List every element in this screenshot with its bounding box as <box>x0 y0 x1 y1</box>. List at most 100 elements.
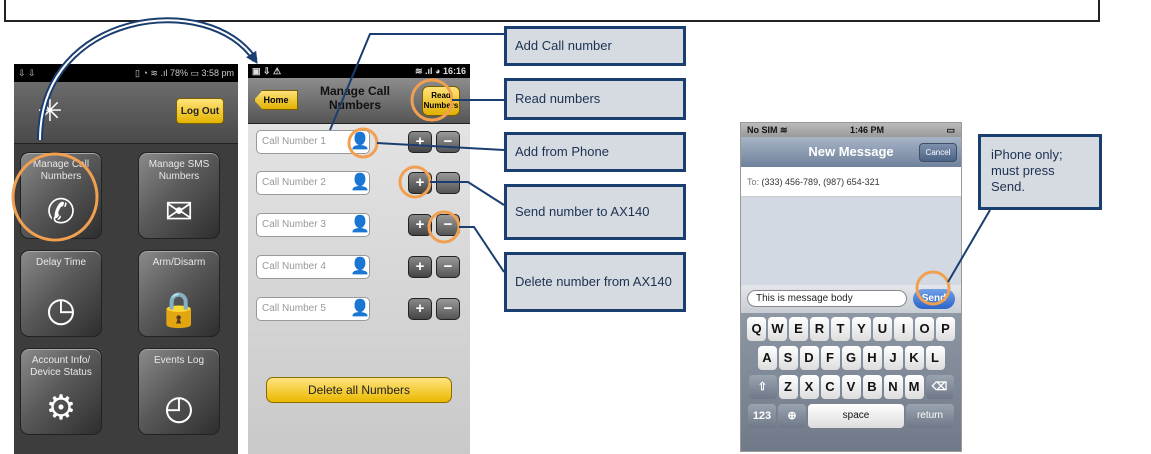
to-field[interactable]: To: (333) 456-789, (987) 654-321 <box>741 167 961 197</box>
delete-number-button[interactable]: − <box>436 256 460 278</box>
sparkle-logo-icon: ✳ <box>37 95 63 128</box>
tile-account-info[interactable]: Account Info/ Device Status ⚙ <box>20 348 102 435</box>
send-number-button[interactable]: + <box>408 256 432 278</box>
keyboard-row-4: 123 ⊕ space return <box>743 404 959 428</box>
android-home-screen: ⇩ ⇩ ▯ ◔ ≋ .ıl 78% ▭ 3:58 pm ✳ Log Out Ma… <box>14 64 238 454</box>
space-key[interactable]: space <box>808 404 904 428</box>
time-label: 1:46 PM <box>850 125 885 135</box>
key-u[interactable]: U <box>873 317 892 341</box>
key-h[interactable]: H <box>862 346 882 370</box>
tile-arm-disarm[interactable]: Arm/Disarm 🔒 <box>138 250 220 337</box>
tile-label: Manage Call Numbers <box>32 159 90 182</box>
key-a[interactable]: A <box>757 346 777 370</box>
battery-icon: ▭ <box>946 124 955 135</box>
key-t[interactable]: T <box>831 317 850 341</box>
key-d[interactable]: D <box>799 346 819 370</box>
call-number-row: Call Number 4 👤 + − <box>256 255 462 279</box>
backspace-key[interactable]: ⌫ <box>925 375 954 399</box>
key-s[interactable]: S <box>778 346 798 370</box>
tile-delay-time[interactable]: Delay Time ◷ <box>20 250 102 337</box>
status-bar: ⇩ ⇩ ▯ ◔ ≋ .ıl 78% ▭ 3:58 pm <box>14 64 238 82</box>
key-o[interactable]: O <box>915 317 934 341</box>
key-x[interactable]: X <box>799 375 819 399</box>
key-w[interactable]: W <box>768 317 787 341</box>
keyboard-row-2: ASDFGHJKL <box>743 346 959 370</box>
key-b[interactable]: B <box>862 375 882 399</box>
numbers-key[interactable]: 123 <box>748 404 776 428</box>
callout-add-call-number: Add Call number <box>504 26 686 66</box>
key-k[interactable]: K <box>904 346 924 370</box>
tile-manage-sms-numbers[interactable]: Manage SMS Numbers ✉ <box>138 152 220 239</box>
status-right: ▯ ◔ ≋ .ıl 78% ▭ 3:58 pm <box>135 67 234 78</box>
send-number-button[interactable]: + <box>408 298 432 320</box>
key-i[interactable]: I <box>894 317 913 341</box>
to-label: To: <box>747 177 760 187</box>
tile-label: Events Log <box>153 355 205 366</box>
key-p[interactable]: P <box>936 317 955 341</box>
cancel-button[interactable]: Cancel <box>919 143 957 162</box>
keyboard-row-3: ⇧ ZXCVBNM ⌫ <box>743 375 959 399</box>
delete-number-button[interactable]: − <box>436 214 460 236</box>
status-bar: No SIM ≋ 1:46 PM ▭ <box>741 123 961 137</box>
call-number-row: Call Number 5 👤 + − <box>256 297 462 321</box>
home-button[interactable]: Home <box>254 90 298 110</box>
key-f[interactable]: F <box>820 346 840 370</box>
key-c[interactable]: C <box>820 375 840 399</box>
key-e[interactable]: E <box>789 317 808 341</box>
status-right: ≋ .ıl ◕ 16:16 <box>415 65 466 76</box>
contact-person-icon[interactable]: 👤 <box>350 173 370 193</box>
delete-number-button[interactable]: − <box>436 298 460 320</box>
read-numbers-button[interactable]: Read Numbers <box>422 86 460 116</box>
call-number-row: Call Number 3 👤 + − <box>256 213 462 237</box>
key-y[interactable]: Y <box>852 317 871 341</box>
key-q[interactable]: Q <box>747 317 766 341</box>
status-bar: ▣ ⇩ ⚠ ≋ .ıl ◕ 16:16 <box>248 64 470 78</box>
send-number-button[interactable]: + <box>408 131 432 153</box>
key-l[interactable]: L <box>925 346 945 370</box>
contact-person-icon[interactable]: 👤 <box>350 132 370 152</box>
key-g[interactable]: G <box>841 346 861 370</box>
envelope-icon: ✉ <box>164 193 194 231</box>
key-m[interactable]: M <box>904 375 924 399</box>
compose-bar: This is message body Send <box>741 285 961 313</box>
key-r[interactable]: R <box>810 317 829 341</box>
globe-icon[interactable]: ⊕ <box>778 404 806 428</box>
app-header: ✳ Log Out <box>14 82 238 144</box>
tile-label: Account Info/ Device Status <box>30 355 92 378</box>
key-v[interactable]: V <box>841 375 861 399</box>
nav-bar: New Message Cancel <box>741 137 961 167</box>
page-title: Manage Call Numbers <box>319 84 391 112</box>
manage-call-numbers-screen: ▣ ⇩ ⚠ ≋ .ıl ◕ 16:16 Home Manage Call Num… <box>248 64 470 454</box>
send-number-button[interactable]: + <box>408 214 432 236</box>
timer-icon: ◷ <box>46 291 76 329</box>
tile-events-log[interactable]: Events Log ◴ <box>138 348 220 435</box>
callout-delete-number: Delete number from AX140 <box>504 252 686 312</box>
send-button[interactable]: Send <box>913 289 955 309</box>
contact-person-icon[interactable]: 👤 <box>350 215 370 235</box>
tile-label: Arm/Disarm <box>152 257 206 268</box>
key-n[interactable]: N <box>883 375 903 399</box>
padlock-icon: 🔒 <box>157 291 201 329</box>
message-body-input[interactable]: This is message body <box>747 290 907 307</box>
gear-icon: ⚙ <box>45 389 77 427</box>
callout-send-number: Send number to AX140 <box>504 184 686 240</box>
tile-label: Delay Time <box>35 257 86 268</box>
tile-manage-call-numbers[interactable]: Manage Call Numbers ✆ <box>20 152 102 239</box>
call-number-row: Call Number 2 👤 + − <box>256 171 462 195</box>
status-left: ▣ ⇩ ⚠ <box>252 65 282 76</box>
delete-all-numbers-button[interactable]: Delete all Numbers <box>266 377 452 403</box>
tile-label: Manage SMS Numbers <box>148 159 210 182</box>
shift-key[interactable]: ⇧ <box>748 375 777 399</box>
logout-button[interactable]: Log Out <box>176 98 224 124</box>
key-j[interactable]: J <box>883 346 903 370</box>
contact-person-icon[interactable]: 👤 <box>350 257 370 277</box>
send-number-button[interactable]: + <box>408 172 432 194</box>
callout-iphone-only: iPhone only; must press Send. <box>978 134 1102 210</box>
callout-add-from-phone: Add from Phone <box>504 132 686 172</box>
keyboard-row-1: QWERTYUIOP <box>743 317 959 341</box>
delete-number-button[interactable]: − <box>436 131 460 153</box>
key-z[interactable]: Z <box>778 375 798 399</box>
contact-person-icon[interactable]: 👤 <box>350 299 370 319</box>
return-key[interactable]: return <box>906 404 954 428</box>
delete-number-button[interactable]: − <box>436 172 460 194</box>
